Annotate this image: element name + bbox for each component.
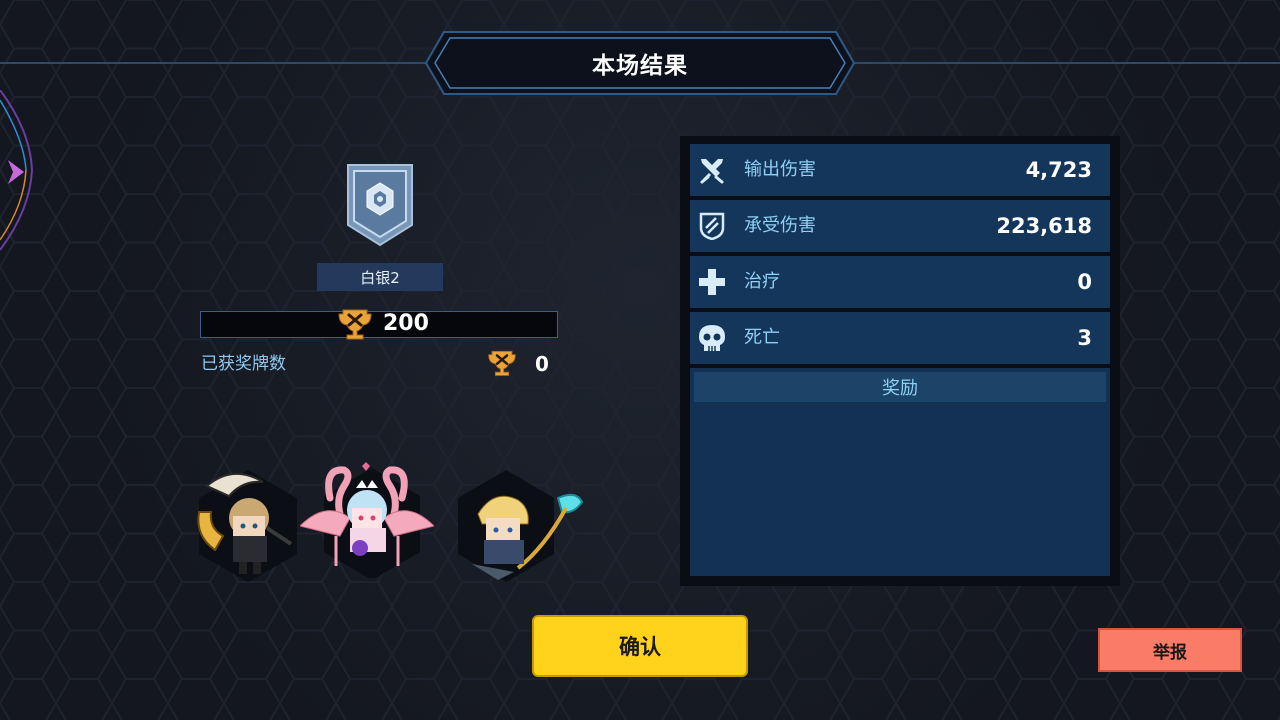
report-button[interactable]: 举报 <box>1098 628 1242 672</box>
trophy-icon <box>338 309 372 340</box>
stat-value: 0 <box>1077 270 1092 294</box>
rank-score-value: 200 <box>383 311 429 336</box>
confirm-button[interactable]: 确认 <box>532 615 748 677</box>
hero-portrait-3[interactable] <box>458 468 588 588</box>
stat-value: 223,618 <box>996 214 1092 238</box>
hero-portrait-1[interactable] <box>193 466 303 586</box>
stat-row-damage-dealt: 输出伤害 4,723 <box>690 144 1110 196</box>
stat-label: 承受伤害 <box>744 215 816 236</box>
skull-icon <box>699 325 725 351</box>
medals-count-label: 已获奖牌数 <box>201 354 286 374</box>
side-arrow-icon[interactable] <box>0 90 40 260</box>
scythe-girl-portrait <box>197 470 297 582</box>
rewards-box: 奖励 <box>690 368 1110 576</box>
stat-value: 4,723 <box>1025 158 1092 182</box>
stat-row-deaths: 死亡 3 <box>690 312 1110 364</box>
silver-rank-badge-icon <box>347 164 413 247</box>
header-line-right <box>850 62 1280 64</box>
stat-value: 3 <box>1077 326 1092 350</box>
flamingo-girl-portrait <box>299 462 435 580</box>
trophy-icon <box>488 350 516 376</box>
hero-portrait-2[interactable] <box>299 458 435 580</box>
rank-score-bar <box>200 311 558 338</box>
medals-count-value: 0 <box>535 352 549 376</box>
stat-row-damage-taken: 承受伤害 223,618 <box>690 200 1110 252</box>
shield-icon <box>699 212 725 240</box>
swords-icon <box>700 159 724 184</box>
header-line-left <box>0 62 430 64</box>
stat-label: 输出伤害 <box>744 159 816 180</box>
heal-cross-icon <box>699 269 725 295</box>
stat-row-healing: 治疗 0 <box>690 256 1110 308</box>
stat-label: 死亡 <box>744 327 780 348</box>
rewards-header: 奖励 <box>694 372 1106 402</box>
stat-label: 治疗 <box>744 271 780 292</box>
rank-tier-label: 白银2 <box>317 263 443 291</box>
blonde-knight-portrait <box>458 470 584 582</box>
page-title: 本场结果 <box>592 53 688 79</box>
